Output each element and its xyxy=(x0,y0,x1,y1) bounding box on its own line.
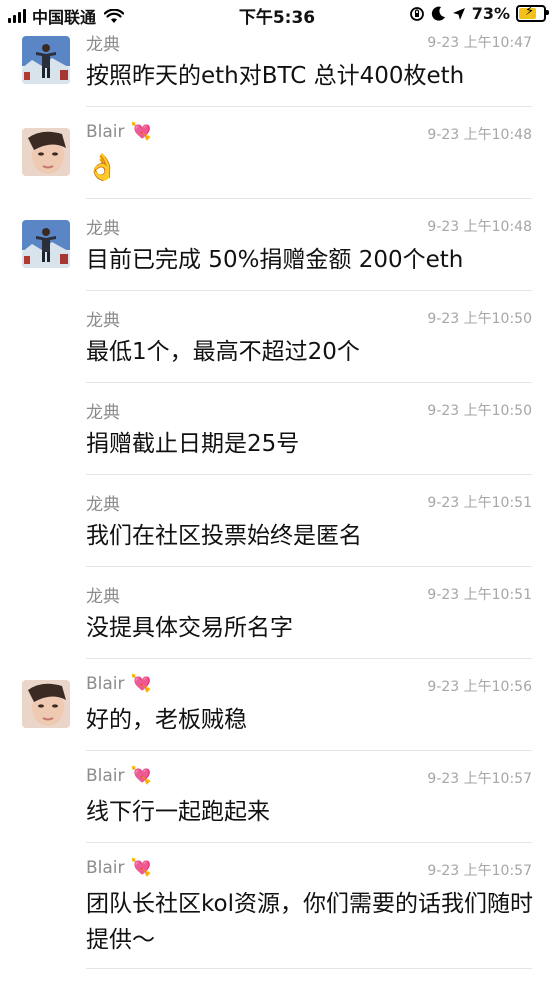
divider xyxy=(86,106,532,107)
divider xyxy=(86,382,532,383)
avatar[interactable] xyxy=(22,680,70,728)
heart-arrow-icon: 💘 xyxy=(130,858,152,878)
divider xyxy=(86,968,532,969)
sender-name-text: Blair xyxy=(86,766,125,786)
heart-arrow-icon: 💘 xyxy=(130,766,152,786)
divider xyxy=(86,750,532,751)
message-timestamp: 9-23 上午10:51 xyxy=(427,587,532,603)
message-text: 没提具体交易所名字 xyxy=(86,615,293,641)
moon-icon xyxy=(431,6,445,21)
sender-name: Blair 💘 xyxy=(86,858,152,878)
message-timestamp: 9-23 上午10:57 xyxy=(427,771,532,787)
heart-arrow-icon: 💘 xyxy=(130,122,152,142)
avatar[interactable] xyxy=(22,36,70,84)
sender-name-text: 龙典 xyxy=(86,403,120,423)
sender-name: 龙典 xyxy=(86,490,120,515)
heart-arrow-icon: 💘 xyxy=(130,674,152,694)
sender-name: 龙典 xyxy=(86,398,120,423)
message-text: 团队长社区kol资源，你们需要的话我们随时提供～ xyxy=(86,891,533,953)
sender-name-text: 龙典 xyxy=(86,219,120,239)
status-bar: 中国联通 下午5:36 73% ⚡ xyxy=(0,0,554,28)
divider xyxy=(86,658,532,659)
divider xyxy=(86,290,532,291)
sender-name: 龙典 xyxy=(86,582,120,607)
battery-percentage: 73% xyxy=(471,4,510,23)
sender-name: 龙典 xyxy=(86,214,120,239)
avatar[interactable] xyxy=(22,220,70,268)
sender-name-text: 龙典 xyxy=(86,311,120,331)
message-timestamp: 9-23 上午10:48 xyxy=(427,219,532,235)
message-text: 👌 xyxy=(86,153,119,183)
message-timestamp: 9-23 上午10:48 xyxy=(427,127,532,143)
sender-name: Blair 💘 xyxy=(86,674,152,694)
sender-name-text: 龙典 xyxy=(86,587,120,607)
location-icon xyxy=(452,7,465,20)
message-timestamp: 9-23 上午10:57 xyxy=(427,863,532,879)
divider xyxy=(86,842,532,843)
message-timestamp: 9-23 上午10:50 xyxy=(427,403,532,419)
message-timestamp: 9-23 上午10:56 xyxy=(427,679,532,695)
sender-name-text: Blair xyxy=(86,858,125,878)
divider xyxy=(86,474,532,475)
sender-name-text: Blair xyxy=(86,122,125,142)
sender-name: 龙典 xyxy=(86,30,120,55)
divider xyxy=(86,566,532,567)
divider xyxy=(86,198,532,199)
sender-name: Blair 💘 xyxy=(86,766,152,786)
message-text: 最低1个，最高不超过20个 xyxy=(86,339,360,365)
message-text: 好的，老板贼稳 xyxy=(86,707,247,733)
sender-name: 龙典 xyxy=(86,306,120,331)
message-text: 线下行一起跑起来 xyxy=(86,799,270,825)
message-text: 按照昨天的eth对BTC 总计400枚eth xyxy=(86,63,465,89)
sender-name-text: 龙典 xyxy=(86,495,120,515)
message-timestamp: 9-23 上午10:51 xyxy=(427,495,532,511)
message-text: 捐赠截止日期是25号 xyxy=(86,431,300,457)
sender-name-text: 龙典 xyxy=(86,35,120,55)
sender-name: Blair 💘 xyxy=(86,122,152,142)
avatar[interactable] xyxy=(22,128,70,176)
message-text: 我们在社区投票始终是匿名 xyxy=(86,523,362,549)
battery-icon: ⚡ xyxy=(516,4,549,22)
message-text: 目前已完成 50%捐赠金额 200个eth xyxy=(86,247,464,273)
orientation-lock-icon xyxy=(409,6,424,21)
message-timestamp: 9-23 上午10:47 xyxy=(427,35,532,51)
message-timestamp: 9-23 上午10:50 xyxy=(427,311,532,327)
sender-name-text: Blair xyxy=(86,674,125,694)
